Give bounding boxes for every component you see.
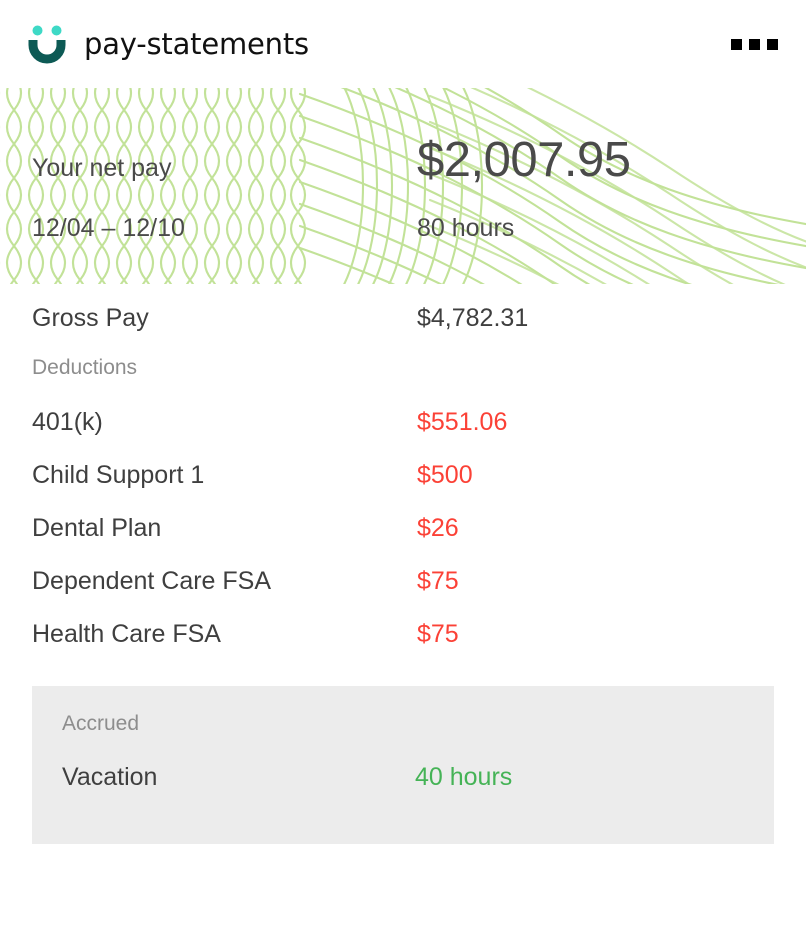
net-pay-banner: Your net pay $2,007.95 12/04 – 12/10 80 … bbox=[0, 88, 806, 284]
pay-period: 12/04 – 12/10 bbox=[32, 214, 185, 242]
pay-details-list: Gross Pay $4,782.31 Deductions 401(k) $5… bbox=[0, 284, 806, 673]
deduction-amount: $75 bbox=[417, 620, 459, 648]
gross-pay-row: Gross Pay $4,782.31 bbox=[32, 284, 774, 356]
deduction-row: Dental Plan $26 bbox=[32, 514, 774, 567]
page-title: pay-statements bbox=[84, 27, 309, 61]
accrued-heading-label: Accrued bbox=[62, 712, 140, 735]
deduction-row: 401(k) $551.06 bbox=[32, 408, 774, 461]
deduction-row: Dependent Care FSA $75 bbox=[32, 567, 774, 620]
net-pay-amount: $2,007.95 bbox=[417, 133, 631, 187]
gross-pay-label: Gross Pay bbox=[32, 304, 149, 332]
menu-dot bbox=[731, 38, 742, 50]
deduction-label: Dental Plan bbox=[32, 514, 162, 542]
hours-worked: 80 hours bbox=[417, 214, 515, 242]
deduction-label: 401(k) bbox=[32, 408, 103, 436]
more-options-icon[interactable] bbox=[729, 31, 780, 58]
deduction-amount: $551.06 bbox=[417, 408, 508, 436]
accrual-row: Vacation 40 hours bbox=[62, 763, 744, 814]
gross-pay-value: $4,782.31 bbox=[417, 304, 529, 332]
deduction-amount: $500 bbox=[417, 461, 473, 489]
deduction-row: Health Care FSA $75 bbox=[32, 620, 774, 673]
smiley-u-logo-icon bbox=[24, 21, 70, 67]
accrued-heading: Accrued bbox=[62, 712, 744, 763]
deduction-label: Dependent Care FSA bbox=[32, 567, 272, 595]
deduction-amount: $26 bbox=[417, 514, 459, 542]
accrual-label: Vacation bbox=[62, 763, 158, 791]
net-pay-label: Your net pay bbox=[32, 154, 172, 182]
accrued-card: Accrued Vacation 40 hours bbox=[32, 686, 774, 844]
deduction-label: Child Support 1 bbox=[32, 461, 205, 489]
app-title-bar: pay-statements bbox=[0, 0, 806, 88]
deductions-heading: Deductions bbox=[32, 356, 774, 408]
deduction-amount: $75 bbox=[417, 567, 459, 595]
deductions-heading-label: Deductions bbox=[32, 356, 138, 379]
deduction-label: Health Care FSA bbox=[32, 620, 221, 648]
menu-dot bbox=[749, 38, 760, 50]
accrual-amount: 40 hours bbox=[415, 763, 513, 791]
menu-dot bbox=[767, 38, 778, 50]
deduction-row: Child Support 1 $500 bbox=[32, 461, 774, 514]
